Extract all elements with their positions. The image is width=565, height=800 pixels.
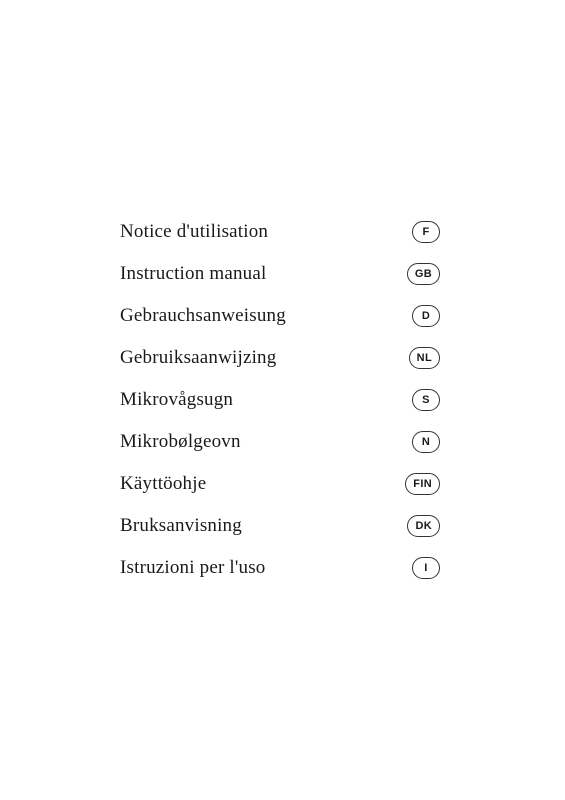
menu-item-label: Instruction manual	[120, 263, 266, 285]
menu-item-label: Mikrovågsugn	[120, 389, 233, 411]
menu-item-label: Mikrobølgeovn	[120, 431, 241, 453]
menu-item-label: Gebrauchsanweisung	[120, 305, 286, 327]
item-danish[interactable]: Bruksanvisning DK	[120, 505, 440, 547]
lang-badge-text: DK	[415, 520, 432, 532]
lang-badge: DK	[407, 515, 440, 537]
menu-item-label: Gebruiksaanwijzing	[120, 347, 276, 369]
item-german[interactable]: Gebrauchsanweisung D	[120, 295, 440, 337]
language-menu-list: Notice d'utilisation F Instruction manual G…	[120, 211, 440, 589]
lang-badge: F	[412, 221, 440, 243]
item-dutch[interactable]: Gebruiksaanwijzing NL	[120, 337, 440, 379]
lang-badge: NL	[409, 347, 440, 369]
menu-item-label: Notice d'utilisation	[120, 221, 268, 243]
item-finnish[interactable]: Käyttöohje FIN	[120, 463, 440, 505]
menu-item-label: Käyttöohje	[120, 473, 206, 495]
lang-badge-text: GB	[415, 268, 432, 280]
lang-badge: N	[412, 431, 440, 453]
menu-item-label: Bruksanvisning	[120, 515, 242, 537]
lang-badge-text: N	[422, 436, 430, 448]
lang-badge-text: I	[424, 562, 427, 574]
lang-badge-text: F	[422, 226, 429, 238]
lang-badge: GB	[407, 263, 440, 285]
item-norwegian[interactable]: Mikrobølgeovn N	[120, 421, 440, 463]
item-swedish[interactable]: Mikrovågsugn S	[120, 379, 440, 421]
lang-badge: S	[412, 389, 440, 411]
lang-badge: FIN	[405, 473, 440, 495]
lang-badge-text: S	[422, 394, 430, 406]
page-container: Notice d'utilisation F Instruction manual G…	[0, 0, 565, 800]
lang-badge-text: NL	[417, 352, 432, 364]
item-italian[interactable]: Istruzioni per l'uso I	[120, 547, 440, 589]
lang-badge-text: D	[422, 310, 430, 322]
lang-badge: I	[412, 557, 440, 579]
lang-badge: D	[412, 305, 440, 327]
lang-badge-text: FIN	[413, 478, 432, 490]
item-french[interactable]: Notice d'utilisation F	[120, 211, 440, 253]
menu-item-label: Istruzioni per l'uso	[120, 557, 265, 579]
item-english[interactable]: Instruction manual GB	[120, 253, 440, 295]
